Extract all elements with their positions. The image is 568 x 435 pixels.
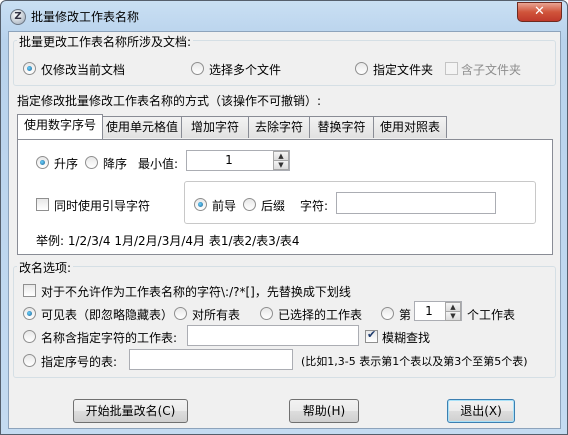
lead-char-checkbox-label[interactable]: 同时使用引导字符 [54,197,150,214]
replace-invalid-checkbox[interactable] [23,284,36,297]
index-sheets-hint: (比如1,3-5 表示第1个表以及第3个至第5个表) [301,355,528,368]
dialog-body: 批量更改工作表名称所涉及文档: 仅修改当前文档 选择多个文件 指定文件夹 含子文… [8,31,561,429]
radio-name-contains[interactable] [23,330,36,343]
radio-prefix[interactable] [194,198,207,211]
nth-sheet-text: 1 [425,304,433,318]
radio-descending-label[interactable]: 降序 [103,155,127,172]
window-title: 批量修改工作表名称 [31,10,140,24]
radio-nth-sheet-label[interactable]: 第 [399,306,411,323]
example-text: 举例: 1/2/3/4 1月/2月/3月/4月 表1/表2/表3/表4 [36,234,300,248]
close-button[interactable]: ✕ [517,2,562,22]
subfolder-checkbox-label: 含子文件夹 [461,63,522,77]
radio-selected-sheets[interactable] [260,307,273,320]
index-sheets-input[interactable] [129,349,293,370]
title-bar[interactable]: Z 批量修改工作表名称 ✕ [1,1,567,31]
radio-visible-sheets[interactable] [23,307,36,320]
rename-options-legend: 改名选项: [17,259,74,276]
radio-multiple-files[interactable] [191,62,204,75]
radio-folder[interactable] [355,62,368,75]
subfolder-checkbox[interactable] [445,62,458,75]
radio-index-sheets-label[interactable]: 指定序号的表: [41,353,117,370]
min-value-text: 1 [225,153,233,167]
tab-number-sequence[interactable]: 使用数字序号 [17,114,103,139]
char-label: 字符: [300,199,329,213]
radio-multiple-files-label[interactable]: 选择多个文件 [209,61,281,78]
radio-suffix[interactable] [243,198,256,211]
radio-current-document-label[interactable]: 仅修改当前文档 [41,61,125,78]
help-button[interactable]: 帮助(H) [289,399,359,423]
radio-prefix-label[interactable]: 前导 [212,197,236,214]
nth-sheet-suffix: 个工作表 [467,308,516,322]
tab-lookup-table[interactable]: 使用对照表 [373,116,447,138]
tab-panel-number-sequence: 升序 降序 最小值: 1 ▲ ▼ 同时使用引导字符 前导 后缀 字符: 举例: … [17,139,553,255]
name-contains-input[interactable] [187,325,359,346]
radio-selected-sheets-label[interactable]: 已选择的工作表 [278,306,362,323]
radio-all-sheets[interactable] [174,307,187,320]
replace-invalid-label[interactable]: 对于不允许作为工作表名称的字符\:/?*[]，先替换成下划线 [41,283,351,300]
radio-descending[interactable] [85,156,98,169]
documents-group-legend: 批量更改工作表名称所涉及文档: [17,33,194,50]
radio-index-sheets[interactable] [23,354,36,367]
radio-ascending[interactable] [36,156,49,169]
radio-folder-label[interactable]: 指定文件夹 [373,61,433,78]
min-value-label: 最小值: [138,157,179,171]
min-value-spin-down[interactable]: ▼ [273,160,289,170]
method-label: 指定修改批量修改工作表名称的方式（该操作不可撤销）: [17,94,322,108]
fuzzy-search-checkbox[interactable] [365,328,378,343]
radio-visible-sheets-label[interactable]: 可见表（即忽略隐藏表） [41,306,173,323]
radio-current-document[interactable] [23,62,36,75]
fuzzy-search-label[interactable]: 模糊查找 [382,329,430,346]
tab-remove-chars[interactable]: 去除字符 [248,116,310,138]
char-input[interactable] [336,192,496,214]
tab-replace-chars[interactable]: 替换字符 [309,116,374,138]
radio-nth-sheet[interactable] [381,307,394,320]
nth-sheet-spin-down[interactable]: ▼ [445,311,461,321]
radio-name-contains-label[interactable]: 名称含指定字符的工作表: [41,329,177,346]
exit-button[interactable]: 退出(X) [447,399,515,423]
radio-all-sheets-label[interactable]: 对所有表 [192,306,240,323]
start-rename-button[interactable]: 开始批量改名(C) [73,399,188,423]
radio-suffix-label[interactable]: 后缀 [261,197,285,214]
dialog-window: Z 批量修改工作表名称 ✕ 批量更改工作表名称所涉及文档: 仅修改当前文档 选择… [0,0,568,435]
lead-char-checkbox[interactable] [36,198,49,211]
tab-add-chars[interactable]: 增加字符 [181,116,249,138]
app-icon: Z [10,9,26,25]
tab-cell-value[interactable]: 使用单元格值 [102,116,182,138]
radio-ascending-label[interactable]: 升序 [54,155,78,172]
